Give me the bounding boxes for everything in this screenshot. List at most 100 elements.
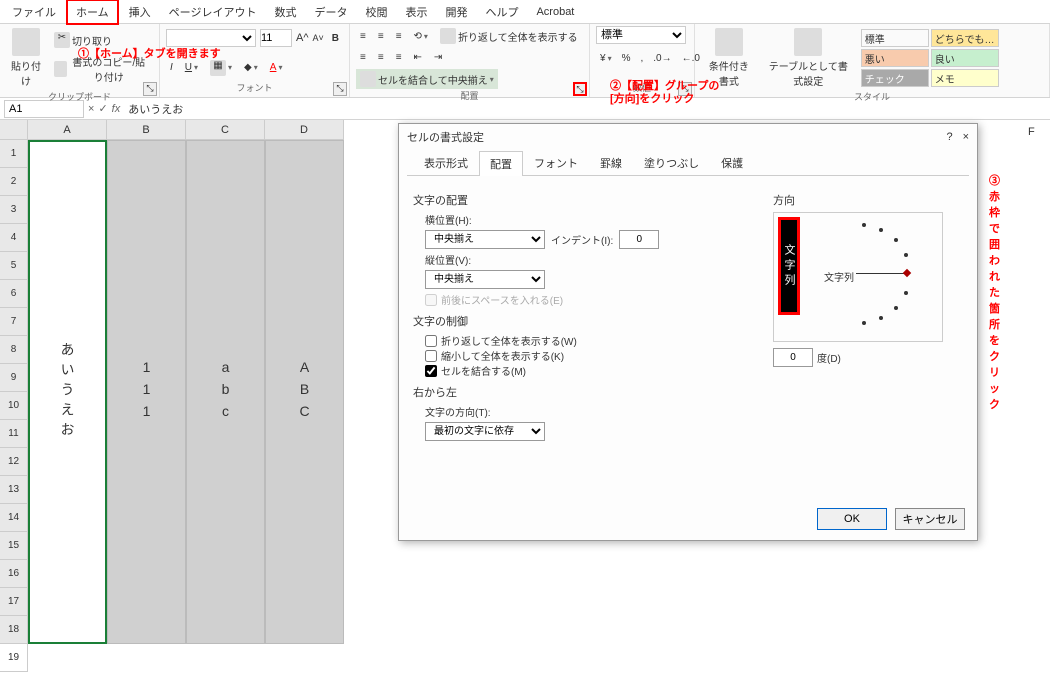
dialog-close-button[interactable]: × — [963, 131, 969, 143]
cell-styles-gallery[interactable]: 標準 どちらでも… 悪い 良い チェック セ… メモ — [860, 28, 1043, 88]
style-neutral[interactable]: どちらでも… — [931, 29, 999, 47]
decrease-font-icon[interactable]: A˅ — [313, 33, 324, 43]
align-middle-button[interactable]: ≡ — [374, 29, 388, 44]
col-header-f[interactable]: F — [1028, 126, 1035, 138]
fx-icon[interactable]: fx — [112, 103, 121, 115]
style-bad[interactable]: 悪い — [861, 49, 929, 67]
merge-cells-checkbox[interactable] — [425, 365, 437, 377]
format-as-table-button[interactable]: テーブルとして書式設定 — [761, 26, 856, 90]
horizontal-combo[interactable]: 中央揃え — [425, 230, 545, 249]
tab-view[interactable]: 表示 — [397, 1, 435, 23]
ok-button[interactable]: OK — [817, 508, 887, 530]
merge-center-button[interactable]: セルを結合して中央揃え▾ — [356, 69, 498, 89]
number-format-select[interactable]: 標準 — [596, 26, 686, 44]
row-header-13[interactable]: 13 — [0, 476, 28, 504]
tab-data[interactable]: データ — [306, 1, 355, 23]
tab-help[interactable]: ヘルプ — [477, 1, 526, 23]
align-center-button[interactable]: ≡ — [374, 50, 388, 65]
increase-font-icon[interactable]: A^ — [296, 32, 309, 44]
shrink-to-fit-checkbox[interactable] — [425, 350, 437, 362]
indent-decrease-button[interactable]: ⇤ — [410, 50, 426, 65]
vertical-text-button[interactable]: 文字列 — [778, 217, 800, 315]
dlg-tab-border[interactable]: 罫線 — [589, 150, 633, 175]
row-header-4[interactable]: 4 — [0, 224, 28, 252]
row-header-11[interactable]: 11 — [0, 420, 28, 448]
wrap-text-button[interactable]: 折り返して全体を表示する — [436, 26, 582, 46]
row-header-7[interactable]: 7 — [0, 308, 28, 336]
style-good[interactable]: 良い — [931, 49, 999, 67]
row-header-17[interactable]: 17 — [0, 588, 28, 616]
tab-developer[interactable]: 開発 — [437, 1, 475, 23]
align-left-button[interactable]: ≡ — [356, 50, 370, 65]
tab-formulas[interactable]: 数式 — [266, 1, 304, 23]
col-header-D[interactable]: D — [265, 120, 344, 140]
align-top-button[interactable]: ≡ — [356, 29, 370, 44]
comma-button[interactable]: , — [636, 51, 647, 66]
orientation-control[interactable]: 文字列 文字列 — [773, 212, 943, 342]
row-header-6[interactable]: 6 — [0, 280, 28, 308]
currency-button[interactable]: ¥▾ — [596, 51, 616, 66]
row-header-10[interactable]: 10 — [0, 392, 28, 420]
dlg-tab-font[interactable]: フォント — [523, 150, 589, 175]
row-header-8[interactable]: 8 — [0, 336, 28, 364]
dialog-help-button[interactable]: ? — [946, 131, 952, 143]
cell-b1-merged[interactable]: 111 — [107, 140, 186, 644]
tab-insert[interactable]: 挿入 — [121, 1, 159, 23]
select-all-corner[interactable] — [0, 120, 28, 140]
style-normal[interactable]: 標準 — [861, 29, 929, 47]
percent-button[interactable]: % — [618, 51, 635, 66]
tab-home[interactable]: ホーム — [66, 0, 119, 25]
font-launcher[interactable]: ⤡ — [333, 82, 347, 96]
row-header-3[interactable]: 3 — [0, 196, 28, 224]
font-color-button[interactable]: A▾ — [266, 60, 287, 75]
cell-d1-merged[interactable]: ABC — [265, 140, 344, 644]
orientation-needle[interactable] — [856, 273, 906, 274]
increase-decimal-button[interactable]: .0→ — [649, 51, 675, 66]
underline-button[interactable]: U▾ — [181, 60, 202, 75]
col-header-A[interactable]: A — [28, 120, 107, 140]
col-header-B[interactable]: B — [107, 120, 186, 140]
bold-button[interactable]: B — [328, 31, 343, 46]
tab-layout[interactable]: ページレイアウト — [161, 1, 265, 23]
align-bottom-button[interactable]: ≡ — [392, 29, 406, 44]
font-size-input[interactable] — [260, 29, 292, 47]
dlg-tab-alignment[interactable]: 配置 — [479, 151, 523, 176]
wrap-text-checkbox[interactable] — [425, 335, 437, 347]
cell-c1-merged[interactable]: abc — [186, 140, 265, 644]
paste-button[interactable]: 貼り付け — [6, 26, 46, 90]
row-header-16[interactable]: 16 — [0, 560, 28, 588]
fill-color-button[interactable]: ◆▾ — [240, 60, 262, 75]
row-header-12[interactable]: 12 — [0, 448, 28, 476]
row-header-15[interactable]: 15 — [0, 532, 28, 560]
row-header-19[interactable]: 19 — [0, 644, 28, 672]
tab-acrobat[interactable]: Acrobat — [528, 3, 582, 21]
italic-button[interactable]: I — [166, 60, 177, 75]
cell-a1-merged[interactable]: あいうえお — [28, 140, 107, 644]
tab-review[interactable]: 校閲 — [357, 1, 395, 23]
row-header-9[interactable]: 9 — [0, 364, 28, 392]
row-header-18[interactable]: 18 — [0, 616, 28, 644]
row-header-1[interactable]: 1 — [0, 140, 28, 168]
orientation-handle[interactable] — [903, 269, 911, 277]
clipboard-launcher[interactable]: ⤡ — [143, 82, 157, 96]
dlg-tab-protection[interactable]: 保護 — [710, 150, 754, 175]
cancel-icon[interactable]: × — [88, 103, 94, 115]
col-header-C[interactable]: C — [186, 120, 265, 140]
tab-file[interactable]: ファイル — [4, 1, 64, 23]
dlg-tab-fill[interactable]: 塗りつぶし — [633, 150, 710, 175]
style-check[interactable]: チェック セ… — [861, 69, 929, 87]
degrees-spinner[interactable] — [773, 348, 813, 367]
cancel-button[interactable]: キャンセル — [895, 508, 965, 530]
indent-spinner[interactable] — [619, 230, 659, 249]
vertical-combo[interactable]: 中央揃え — [425, 270, 545, 289]
alignment-launcher[interactable]: ⤡ — [573, 82, 587, 96]
row-header-14[interactable]: 14 — [0, 504, 28, 532]
text-direction-combo[interactable]: 最初の文字に依存 — [425, 422, 545, 441]
row-header-2[interactable]: 2 — [0, 168, 28, 196]
orientation-button[interactable]: ⟲▾ — [410, 29, 432, 44]
indent-increase-button[interactable]: ⇥ — [430, 50, 446, 65]
row-header-5[interactable]: 5 — [0, 252, 28, 280]
dlg-tab-number[interactable]: 表示形式 — [413, 150, 479, 175]
align-right-button[interactable]: ≡ — [392, 50, 406, 65]
style-memo[interactable]: メモ — [931, 69, 999, 87]
